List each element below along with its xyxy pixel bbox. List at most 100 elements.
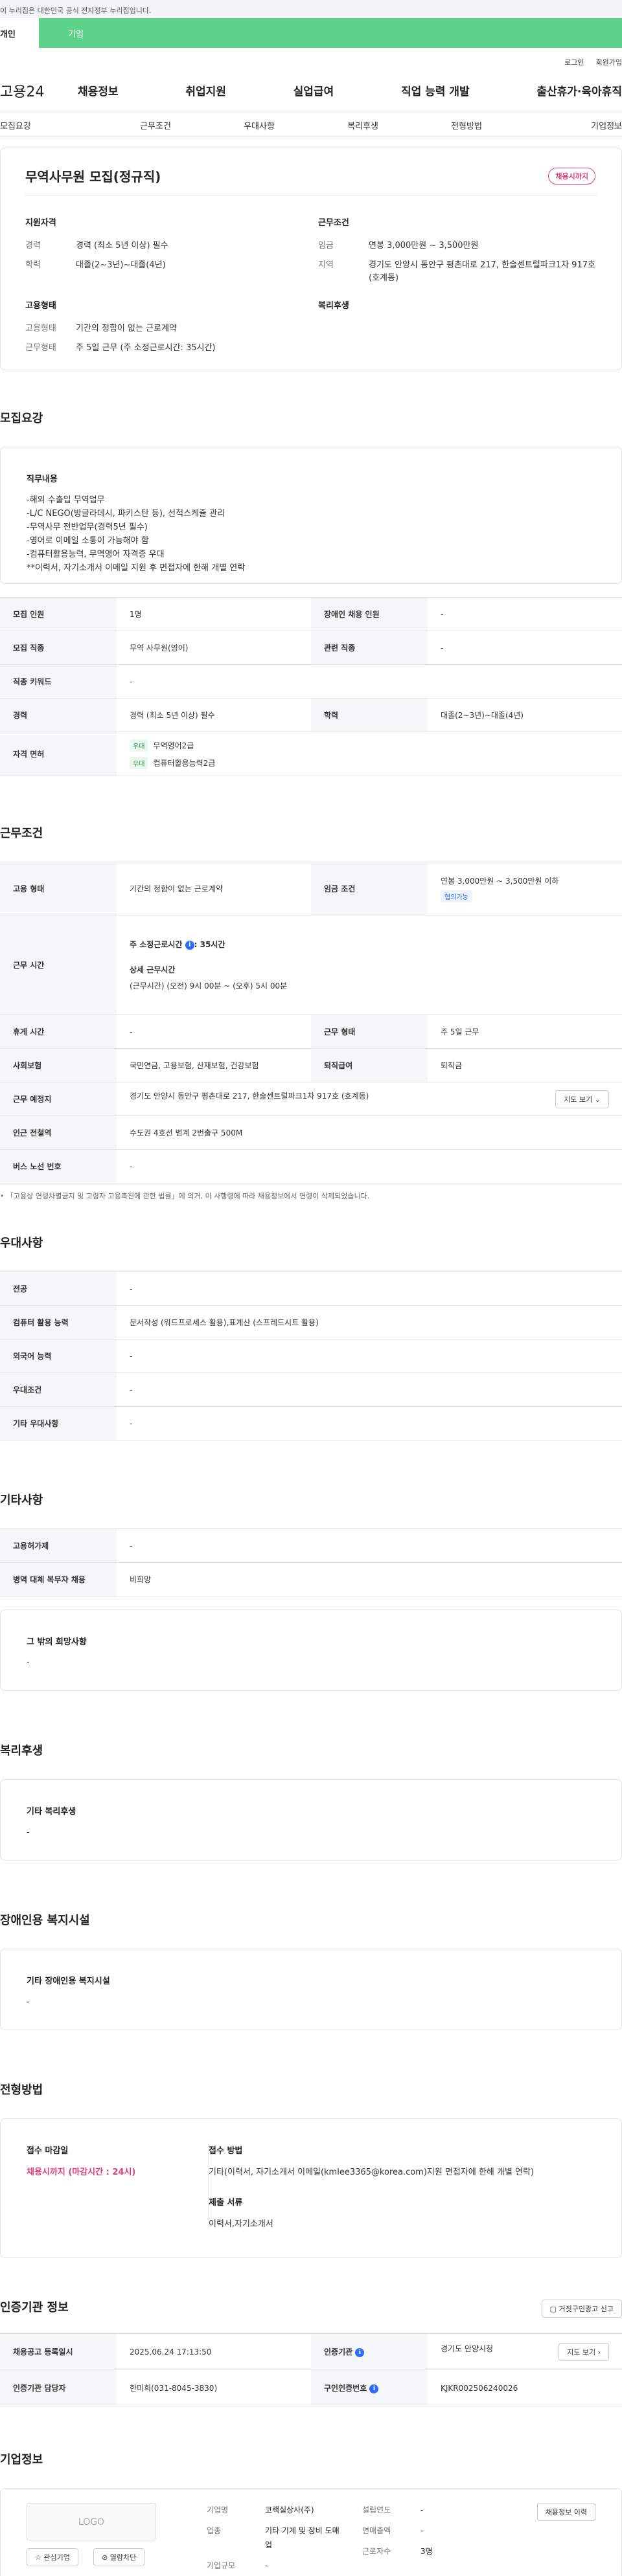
emp-type-label: 고용형태 [25,324,56,333]
age-note: • 「고용상 연령차별금지 및 고령자 고용촉진에 관한 법률」에 의거, 이 … [0,1192,370,1200]
method-value: 기타(이력서, 자기소개서 이메일(kmlee3365@korea.com)지원… [209,2167,535,2177]
preference-heading: 우대사항 [0,1237,43,1250]
sales-label: 연매출액 [362,2526,391,2535]
agency-map-button[interactable]: 지도 보기 › [559,2342,609,2361]
anchor-welfare[interactable]: 복리후생 [311,111,415,137]
applicant-heading: 지원자격 [25,218,56,228]
wage-condition-value: 연봉 3,000만원 ~ 3,500만원 이하 [441,876,559,886]
menu-training[interactable]: 직업 능력 개발 [401,82,470,98]
site-logo[interactable]: 고용24 [0,80,78,101]
wage-condition-label: 임금 조건 [311,862,428,915]
gov-banner-text: 이 누리집은 대한민국 공식 전자정부 누리집입니다. [0,6,152,15]
menu-leave[interactable]: 출산휴가·육아휴직 [536,82,622,98]
block-button-label: 열람차단 [109,2553,137,2562]
info-icon[interactable]: i [369,2384,379,2393]
anchor-conditions[interactable]: 근무조건 [104,111,207,137]
job-summary-card: 무역사무원 모집(정규직) 채용시까지 지원자격 경력 경력 (최소 5년 이상)… [0,148,622,370]
tab-person[interactable]: 개인 [0,18,39,48]
menu-jobs[interactable]: 채용정보 [78,82,119,98]
req-career-label: 경력 [0,698,117,732]
industry-label: 업종 [207,2526,222,2535]
tab-business[interactable]: 기업 [39,18,622,48]
duty-text: -해외 수출입 무역업무 -L/C NEGO(방글라데시, 파키스탄 등), 선… [27,495,246,573]
menu-support[interactable]: 취업지원 [185,82,226,98]
deadline-label: 접수 마감일 [27,2146,69,2156]
req-career-value: 경력 (최소 5년 이상) 필수 [117,698,311,732]
agency-value: 경기도 안양시청 [441,2344,494,2353]
year-value: - [420,2505,424,2514]
job-label: 모집 직종 [0,631,117,665]
hours-label: 근무형태 [25,343,56,353]
main-menu: 채용정보 취업지원 실업급여 직업 능력 개발 출산휴가·육아휴직 [78,82,622,98]
fav-button[interactable]: ☆ 관심기업 [27,2548,78,2566]
docs-value: 이력서,자기소개서 [209,2219,273,2229]
job-value: 무역 사무원(영어) [117,631,311,665]
etc-table: 고용허가제 - 병역 대체 복무자 채용 비희망 [0,1529,622,1596]
negotiable-badge: 협의가능 [441,890,472,902]
license-label: 자격 면허 [0,732,117,776]
history-button[interactable]: 채용정보 이력 [536,2503,595,2521]
menu-benefit[interactable]: 실업급여 [294,82,334,98]
hours-value: 주 5일 근무 (주 소정근로시간: 35시간) [76,343,216,353]
chevron-down-icon: ⌄ [594,1095,601,1104]
facility-heading: 장애인용 복지시설 [0,1914,90,1927]
welfare-sub: 기타 복리후생 [27,1807,76,1817]
recruit-heading: 모집요강 [0,412,43,425]
duty-card: 직무내용 -해외 수출입 무역업무 -L/C NEGO(방글라데시, 파키스탄 … [0,447,622,584]
career-value: 경력 (최소 5년 이상) 필수 [76,241,168,251]
date-value: 2025.06.24 17:13:50 [117,2333,311,2370]
anchor-recruit[interactable]: 모집요강 [0,111,104,137]
fav-button-label: 관심기업 [43,2553,70,2562]
info-icon[interactable]: i [355,2347,365,2357]
subway-label: 인근 전철역 [0,1115,117,1150]
block-button[interactable]: ⊘ 열람차단 [93,2548,145,2566]
agency-label-text: 인증기관 [324,2347,353,2357]
map-button-label: 지도 보기 [564,1095,593,1104]
req-edu-value: 대졸(2~3년)~대졸(4년) [428,698,622,732]
company-name-value: 코랙실상사(주) [265,2505,314,2514]
company-heading: 기업정보 [0,2453,43,2467]
year-label: 설립연도 [362,2505,391,2514]
wage-label: 임금 [318,241,334,251]
company-size-label: 기업규모 [207,2561,236,2570]
block-icon: ⊘ [102,2553,108,2562]
wage-condition-cell: 연봉 3,000만원 ~ 3,500만원 이하 협의가능 [428,862,622,915]
cert-value: KJKR002506240026 [428,2369,622,2406]
place-cell: 경기도 안양시 동안구 평촌대로 217, 한솔센트럴파크1차 917호 (호계… [117,1082,622,1116]
wage-value: 연봉 3,000만원 ~ 3,500만원 [369,241,479,251]
anchor-company[interactable]: 기업정보 [518,111,622,137]
report-icon: ▢ [549,2305,557,2313]
req-edu-label: 학력 [311,698,428,732]
keyword-value: - [117,664,622,699]
company-logo-text: LOGO [78,2517,105,2527]
method-block: 접수 방법 기타(이력서, 자기소개서 이메일(kmlee3365@korea.… [208,2144,595,2229]
method-label: 접수 방법 [209,2146,243,2156]
welfare-block: 복리후생 [318,298,597,322]
computer-value: 문서작성 (워드프로세스 활용),표계산 (스프레드시트 활용) [117,1305,622,1339]
agency-header: 인증기관 정보 ▢ 거짓구인광고 신고 [0,2293,622,2323]
detail-hours-value: (근무시간) (오전) 9시 00분 ~ (오후) 5시 00분 [130,981,288,991]
license-badge: 우대 [130,739,148,752]
facility-value: - [27,1997,30,2007]
emp-type-label-2: 고용 형태 [0,862,117,915]
anchor-selection[interactable]: 전형방법 [415,111,518,137]
preference-table: 전공 - 컴퓨터 활용 능력 문서작성 (워드프로세스 활용),표계산 (스프레드시… [0,1271,622,1440]
company-info-right: 설립연도 - 연매출액 - 근로자수 3명 [362,2503,479,2559]
join-link[interactable]: 회원가입 [596,57,622,70]
anchor-preference[interactable]: 우대사항 [207,111,311,137]
login-link[interactable]: 로그인 [564,57,584,70]
subway-value: 수도권 4호선 범계 2번출구 500M [117,1115,622,1150]
info-icon[interactable]: i [185,940,194,950]
job-title: 무역사무원 모집(정규직) [25,169,161,185]
date-label: 채용공고 등록일시 [0,2333,117,2370]
other-card: 그 밖의 희망사항 - [0,1609,622,1691]
report-button[interactable]: ▢ 거짓구인광고 신고 [541,2300,622,2318]
etc-heading: 기타사항 [0,1494,43,1507]
rest-value: - [117,1014,311,1049]
conditions-heading: 근무조건 [0,827,43,840]
map-button[interactable]: 지도 보기 ⌄ [555,1090,609,1108]
career-label: 경력 [25,241,41,251]
recruit-table: 모집 인원 1명 장애인 채용 인원 - 모집 직종 무역 사무원(영어) 관련… [0,597,622,776]
lang-label: 외국어 능력 [0,1339,117,1373]
deadline-value: 채용시까지 (마감시간 : 24시) [27,2167,136,2177]
